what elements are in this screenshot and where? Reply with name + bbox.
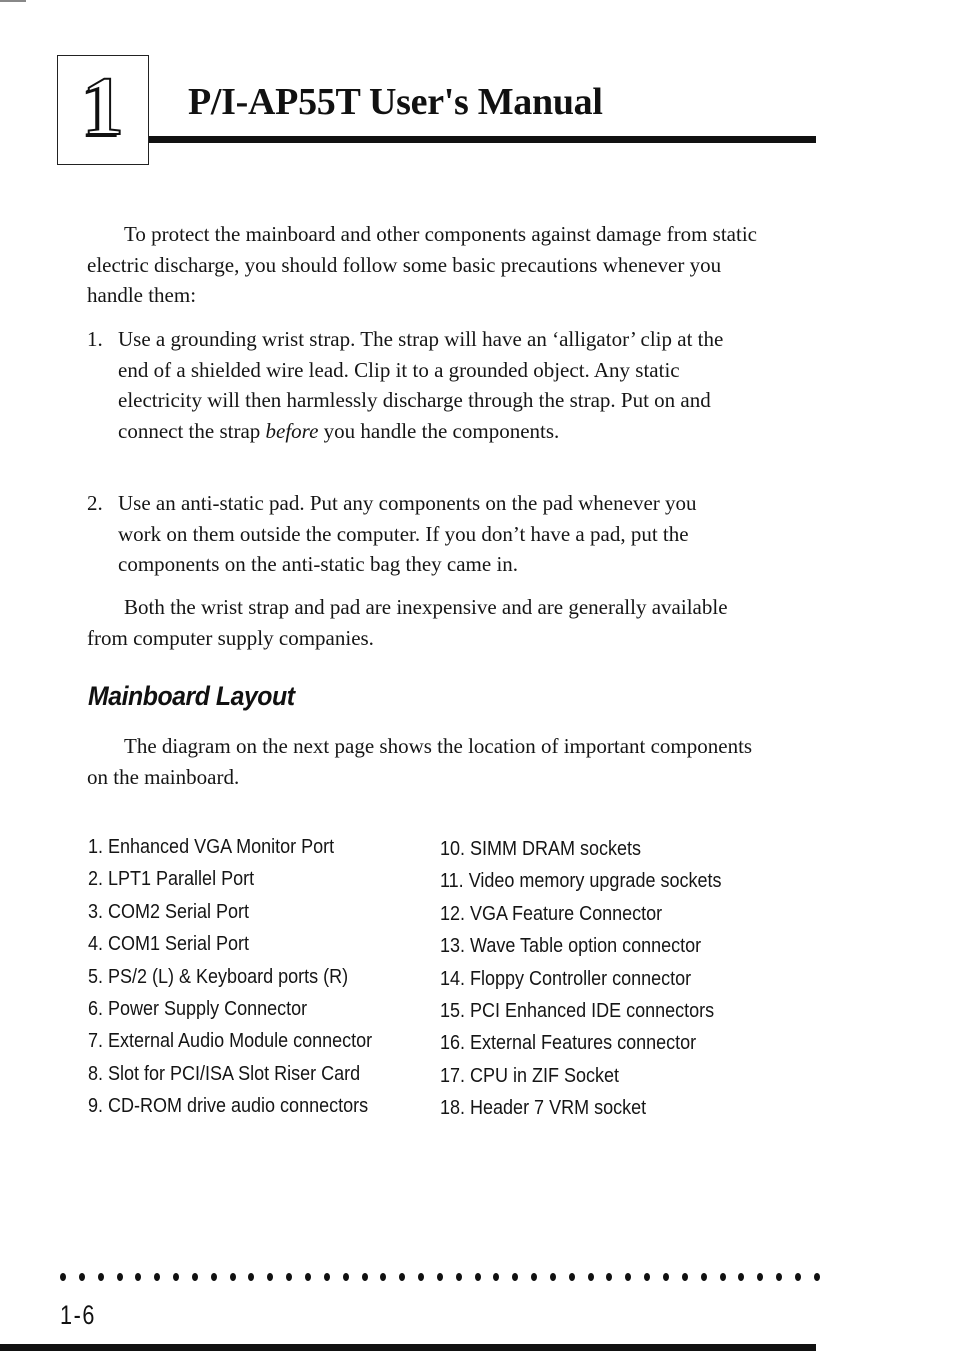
divider-dot — [418, 1273, 425, 1281]
components-list-right: 10. SIMM DRAM sockets 11. Video memory u… — [440, 833, 721, 1125]
divider-dot — [361, 1273, 368, 1281]
component-item: 2. LPT1 Parallel Port — [88, 868, 255, 891]
divider-dot — [606, 1273, 613, 1281]
list-number: 1. — [87, 327, 103, 351]
component-item: 12. VGA Feature Connector — [440, 902, 663, 925]
divider-dot — [191, 1273, 198, 1281]
divider-dot — [135, 1273, 142, 1281]
scan-artifact-line — [0, 0, 26, 2]
component-item: 9. CD-ROM drive audio connectors — [88, 1095, 369, 1118]
component-item: 8. Slot for PCI/ISA Slot Riser Card — [88, 1062, 361, 1085]
divider-dot — [286, 1273, 293, 1281]
divider-dot — [399, 1273, 406, 1281]
component-item: 17. CPU in ZIF Socket — [440, 1064, 620, 1087]
component-item: 13. Wave Table option connector — [440, 935, 702, 958]
divider-dot — [380, 1273, 387, 1281]
divider-dot — [154, 1273, 161, 1281]
divider-dot — [173, 1273, 180, 1281]
divider-dot — [304, 1273, 311, 1281]
precaution-item-1: 1. Use a grounding wrist strap. The stra… — [87, 324, 727, 446]
component-item: 1. Enhanced VGA Monitor Port — [88, 836, 335, 858]
divider-dot — [681, 1273, 688, 1281]
component-item: 7. External Audio Module connector — [88, 1030, 373, 1053]
intro-paragraph: To protect the mainboard and other compo… — [87, 222, 757, 307]
divider-dot — [323, 1273, 330, 1281]
component-item: 18. Header 7 VRM socket — [440, 1097, 647, 1120]
component-item: 6. Power Supply Connector — [88, 998, 308, 1021]
component-item: 15. PCI Enhanced IDE connectors — [440, 1000, 715, 1023]
divider-dot — [531, 1273, 538, 1281]
section-paragraph: The diagram on the next page shows the l… — [87, 734, 753, 789]
section-heading: Mainboard Layout — [88, 681, 295, 711]
page-number: 1-6 — [60, 1300, 97, 1330]
divider-dot — [587, 1273, 594, 1281]
divider-dot — [625, 1273, 632, 1281]
divider-dot — [436, 1273, 443, 1281]
divider-dot — [78, 1273, 85, 1281]
divider-dot — [474, 1273, 481, 1281]
divider-dot — [60, 1273, 66, 1281]
component-item: 5. PS/2 (L) & Keyboard ports (R) — [88, 965, 349, 988]
precaution-item-2: 2. Use an anti-static pad. Put any compo… — [87, 488, 727, 580]
divider-dot — [719, 1273, 726, 1281]
divider-dot — [455, 1273, 462, 1281]
divider-dot — [738, 1273, 745, 1281]
list-number: 2. — [87, 491, 103, 515]
divider-dot — [663, 1273, 669, 1281]
divider-dot — [813, 1273, 820, 1281]
divider-dot — [512, 1273, 519, 1281]
footer-rule — [0, 1344, 816, 1351]
precaution-emphasis: before — [265, 418, 319, 443]
components-list-left: 1. Enhanced VGA Monitor Port 2. LPT1 Par… — [88, 831, 372, 1123]
chapter-number-box: 1 — [57, 55, 149, 165]
precaution-text-end: you handle the components. — [318, 418, 560, 443]
chapter-number: 1 — [81, 60, 125, 153]
divider-dot — [568, 1273, 575, 1281]
divider-dot — [549, 1273, 556, 1281]
title-rule — [149, 136, 816, 143]
divider-dot — [794, 1273, 801, 1281]
divider-dot — [210, 1273, 217, 1281]
divider-dot — [229, 1273, 236, 1281]
component-item: 11. Video memory upgrade sockets — [440, 870, 722, 893]
divider-dot — [116, 1273, 123, 1281]
divider-dot — [700, 1273, 707, 1281]
divider-dot — [757, 1273, 764, 1281]
dotted-divider — [60, 1270, 820, 1284]
component-item: 14. Floppy Controller connector — [440, 967, 692, 990]
divider-dot — [342, 1273, 349, 1281]
component-item: 10. SIMM DRAM sockets — [440, 838, 642, 860]
component-item: 3. COM2 Serial Port — [88, 900, 250, 923]
component-item: 16. External Features connector — [440, 1032, 697, 1055]
precaution-text: Use an anti-static pad. Put any componen… — [118, 491, 697, 576]
divider-dot — [97, 1273, 104, 1281]
divider-dot — [493, 1273, 500, 1281]
divider-dot — [644, 1273, 651, 1281]
divider-dot — [248, 1273, 255, 1281]
component-item: 4. COM1 Serial Port — [88, 933, 250, 956]
page-title: P/I-AP55T User's Manual — [188, 81, 603, 123]
divider-dot — [267, 1273, 274, 1281]
divider-dot — [776, 1273, 783, 1281]
closing-paragraph: Both the wrist strap and pad are inexpen… — [87, 595, 728, 650]
